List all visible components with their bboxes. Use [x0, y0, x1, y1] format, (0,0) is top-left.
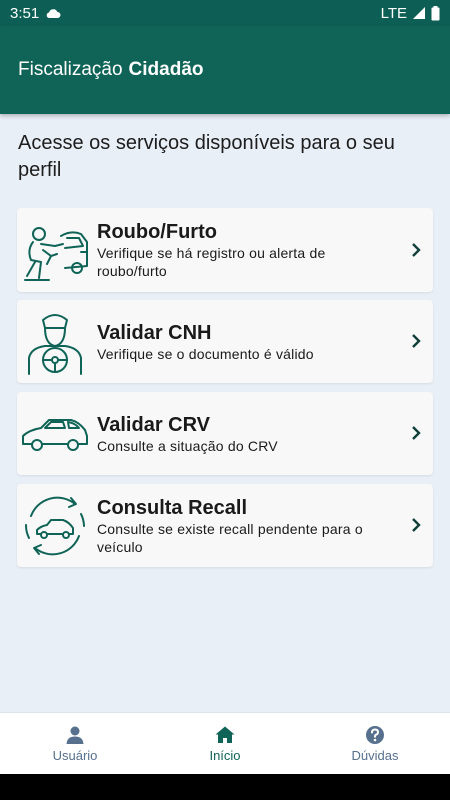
home-icon — [215, 726, 235, 743]
battery-icon — [431, 5, 440, 20]
service-card-consulta-recall[interactable]: Consulta Recall Consulte se existe recal… — [17, 484, 433, 567]
service-title: Roubo/Furto — [97, 221, 217, 243]
help-icon — [366, 725, 384, 744]
robbery-icon — [24, 227, 88, 281]
driver-icon — [28, 314, 82, 375]
signal-icon — [413, 7, 425, 19]
chevron-right-icon — [412, 334, 421, 348]
chevron-right-icon — [412, 518, 421, 532]
nav-item-usuario[interactable]: Usuário — [0, 713, 150, 774]
user-icon — [66, 726, 84, 744]
recall-icon — [24, 496, 85, 556]
car-icon — [22, 419, 88, 451]
nav-item-inicio[interactable]: Início — [150, 713, 300, 774]
service-description: Consulte a situação do CRV — [97, 438, 278, 454]
nav-label: Dúvidas — [351, 747, 399, 763]
nav-label: Início — [209, 747, 241, 763]
service-description: Verifique se o documento é válido — [97, 346, 314, 362]
system-navigation-bar — [0, 774, 450, 800]
nav-item-duvidas[interactable]: Dúvidas — [300, 713, 450, 774]
app-title-bold: Cidadão — [128, 59, 204, 80]
chevron-right-icon — [412, 243, 421, 257]
page-headline: Acesse os serviços disponíveis para o se… — [18, 132, 395, 181]
app-title-regular: Fiscalização — [18, 59, 123, 80]
service-title: Validar CRV — [97, 414, 211, 436]
service-description: Verifique se há registro ou alerta de ro… — [97, 245, 326, 279]
cloud-icon — [46, 8, 61, 18]
service-card-validar-crv[interactable]: Validar CRV Consulte a situação do CRV — [17, 392, 433, 475]
bottom-navigation: Usuário Início Dúvidas — [0, 712, 450, 774]
status-time: 3:51 — [10, 4, 40, 22]
service-title: Validar CNH — [97, 322, 212, 344]
status-bar: 3:51 LTE — [0, 0, 450, 26]
service-card-roubo-furto[interactable]: Roubo/Furto Verifique se há registro ou … — [17, 208, 433, 292]
network-type: LTE — [380, 4, 407, 22]
nav-label: Usuário — [52, 747, 98, 763]
service-card-validar-cnh[interactable]: Validar CNH Verifique se o documento é v… — [17, 300, 433, 383]
chevron-right-icon — [412, 426, 421, 440]
service-description: Consulte se existe recall pendente para … — [97, 521, 363, 555]
app-bar: Fiscalização Cidadão — [0, 26, 450, 114]
service-title: Consulta Recall — [97, 497, 248, 519]
